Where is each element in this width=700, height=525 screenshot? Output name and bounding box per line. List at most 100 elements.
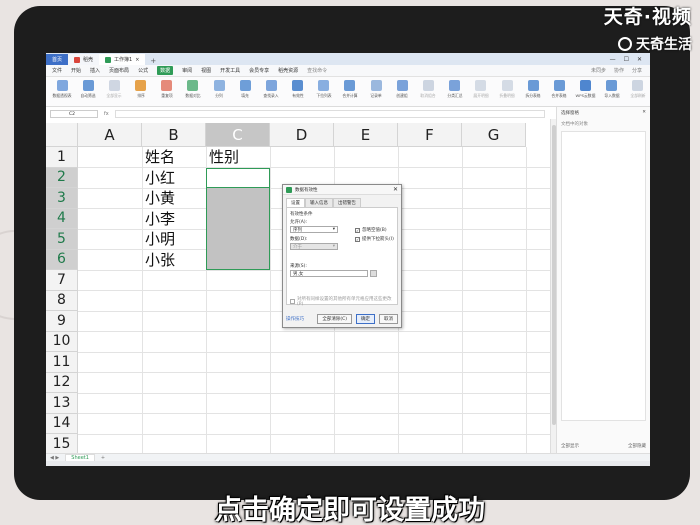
share-button[interactable]: 分享 — [632, 67, 642, 74]
row-header-13[interactable]: 13 — [46, 393, 78, 414]
clear-all-button[interactable]: 全部清除(C) — [317, 314, 352, 324]
cell-c1[interactable]: 性别 — [206, 147, 239, 167]
apply-to-all-checkbox[interactable]: 对所有同样设置的其他所有单元格应用这些更改(P) — [290, 296, 397, 307]
menu-home[interactable]: 开始 — [71, 67, 81, 74]
close-icon[interactable]: ✕ — [637, 56, 642, 63]
ribbon-ungroup[interactable]: 取消组合 — [416, 80, 440, 99]
close-tab-icon[interactable]: × — [135, 57, 139, 63]
data-select[interactable]: 介于 ▾ — [290, 243, 338, 250]
tab-error-alert[interactable]: 出错警告 — [333, 198, 361, 207]
column-header-a[interactable]: A — [78, 123, 142, 147]
ribbon-group[interactable]: 创建组 — [390, 80, 414, 99]
row-header-15[interactable]: 15 — [46, 434, 78, 453]
ribbon-collapse-detail[interactable]: 折叠明细 — [495, 80, 519, 99]
sheet-nav-icon[interactable]: ◀ ▶ — [50, 455, 59, 461]
row-header-12[interactable]: 12 — [46, 372, 78, 393]
menu-insert[interactable]: 插入 — [90, 67, 100, 74]
ribbon-consolidate[interactable]: 合并计算 — [338, 80, 362, 99]
column-header-b[interactable]: B — [142, 123, 206, 147]
pane-close-icon[interactable]: ✕ — [642, 110, 646, 116]
allow-select[interactable]: 序列 ▾ — [290, 226, 338, 233]
ribbon-duplicates[interactable]: 重复项 — [155, 80, 179, 99]
column-header-g[interactable]: G — [462, 123, 526, 147]
collaborate-button[interactable]: 协作 — [614, 67, 624, 74]
cancel-button[interactable]: 取消 — [379, 314, 398, 324]
ribbon-validation[interactable]: 有效性 — [286, 80, 310, 99]
ribbon-sort[interactable]: 排序 — [129, 80, 153, 99]
ribbon-fill[interactable]: 填充 — [233, 80, 257, 99]
row-header-7[interactable]: 7 — [46, 270, 78, 291]
tab-docer[interactable]: 稻壳 — [68, 54, 100, 65]
row-header-10[interactable]: 10 — [46, 331, 78, 352]
active-cell[interactable] — [206, 167, 270, 188]
row-header-14[interactable]: 14 — [46, 413, 78, 434]
menu-review[interactable]: 审阅 — [182, 67, 192, 74]
row-header-11[interactable]: 11 — [46, 352, 78, 373]
row-header-4[interactable]: 4 — [46, 208, 78, 229]
dialog-close-icon[interactable]: ✕ — [393, 186, 398, 193]
ribbon-pivot-table[interactable]: 数据透视表 — [50, 80, 74, 99]
ribbon-autofilter[interactable]: 自动筛选 — [76, 80, 100, 99]
ribbon-subtotal[interactable]: 分类汇总 — [443, 80, 467, 99]
ribbon-import-data[interactable]: 导入数据 — [600, 80, 624, 99]
column-header-c[interactable]: C — [206, 123, 270, 147]
ribbon-text-to-columns[interactable]: 分列 — [207, 80, 231, 99]
ok-button[interactable]: 确定 — [356, 314, 375, 324]
menu-formulas[interactable]: 公式 — [138, 67, 148, 74]
cell-b1[interactable]: 姓名 — [142, 147, 175, 167]
fx-icon[interactable]: fx — [104, 111, 109, 117]
menu-docer-resources[interactable]: 稻壳资源 — [278, 67, 298, 74]
column-header-f[interactable]: F — [398, 123, 462, 147]
menu-data[interactable]: 数据 — [157, 66, 174, 75]
hide-all-button[interactable]: 全部隐藏 — [628, 443, 646, 449]
row-header-2[interactable]: 2 — [46, 167, 78, 188]
cell-b6[interactable]: 小张 — [142, 250, 175, 270]
select-all-corner[interactable] — [46, 123, 78, 147]
ignore-blank-checkbox[interactable]: ✓ 忽略空值(B) — [355, 227, 387, 233]
show-all-button[interactable]: 全部显示 — [561, 443, 579, 449]
new-tab-button[interactable]: + — [145, 57, 161, 65]
source-input[interactable]: 男,女 — [290, 270, 368, 277]
row-header-5[interactable]: 5 — [46, 229, 78, 250]
add-sheet-button[interactable]: + — [101, 455, 105, 461]
row-header-1[interactable]: 1 — [46, 147, 78, 168]
name-box[interactable]: C2 — [50, 110, 98, 118]
tab-home[interactable]: 首页 — [46, 54, 69, 65]
ribbon-split-table[interactable]: 拆分表格 — [521, 80, 545, 99]
ribbon-data-compare[interactable]: 数据对比 — [181, 80, 205, 99]
row-header-6[interactable]: 6 — [46, 249, 78, 270]
ribbon-merge-table[interactable]: 合并表格 — [547, 80, 571, 99]
ribbon-wps-cloud-data[interactable]: WPS云数据 — [573, 80, 597, 99]
menu-member[interactable]: 会员专享 — [249, 67, 269, 74]
cell-b3[interactable]: 小黄 — [142, 188, 175, 208]
cell-b2[interactable]: 小红 — [142, 168, 175, 188]
range-picker-icon[interactable] — [370, 270, 377, 277]
row-header-9[interactable]: 9 — [46, 311, 78, 332]
in-cell-dropdown-checkbox[interactable]: ✓ 提供下拉箭头(I) — [355, 236, 394, 242]
column-header-e[interactable]: E — [334, 123, 398, 147]
cell-b4[interactable]: 小李 — [142, 209, 175, 229]
column-header-d[interactable]: D — [270, 123, 334, 147]
menu-file[interactable]: 文件 — [52, 67, 62, 74]
object-list[interactable] — [561, 131, 646, 421]
tab-settings[interactable]: 设置 — [286, 198, 305, 207]
menu-developer[interactable]: 开发工具 — [220, 67, 240, 74]
ribbon-refresh-all[interactable]: 全部刷新 — [626, 80, 650, 99]
tab-workbook[interactable]: 工作簿1 × — [99, 54, 146, 65]
maximize-icon[interactable]: ☐ — [624, 56, 629, 63]
sync-status[interactable]: 未同步 — [591, 67, 606, 74]
row-header-3[interactable]: 3 — [46, 188, 78, 209]
ribbon-expand-detail[interactable]: 展开明细 — [469, 80, 493, 99]
command-search[interactable]: 查找命令 — [307, 67, 327, 74]
ribbon-lookup-entry[interactable]: 查找录入 — [259, 80, 283, 99]
ribbon-dropdown-list[interactable]: 下拉列表 — [312, 80, 336, 99]
tips-link[interactable]: 操作技巧 — [286, 316, 304, 322]
ribbon-show-all[interactable]: 全部显示 — [102, 80, 126, 99]
menu-page-layout[interactable]: 页面布局 — [109, 67, 129, 74]
minimize-icon[interactable]: — — [610, 56, 616, 63]
row-header-8[interactable]: 8 — [46, 290, 78, 311]
formula-input[interactable] — [114, 110, 545, 118]
ribbon-form[interactable]: 记录单 — [364, 80, 388, 99]
menu-view[interactable]: 视图 — [201, 67, 211, 74]
cell-b5[interactable]: 小明 — [142, 229, 175, 249]
